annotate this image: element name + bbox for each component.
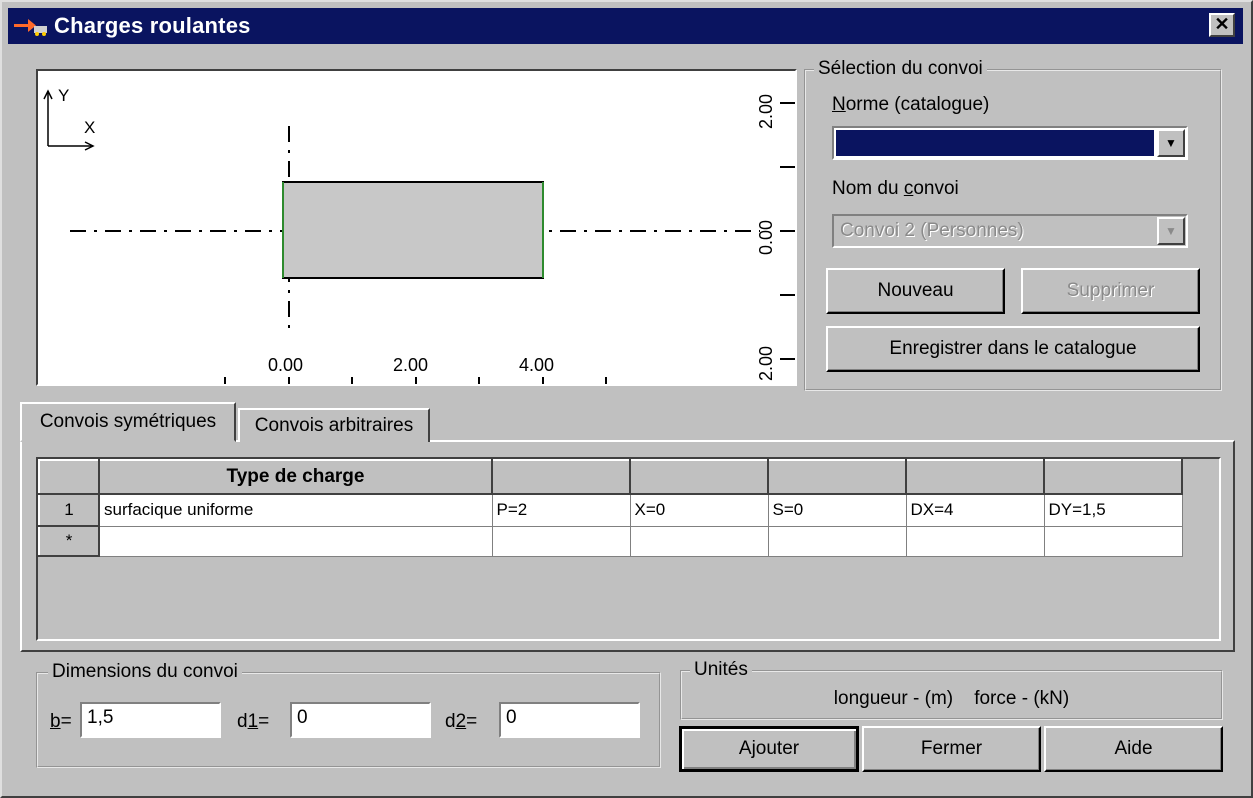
table-cell[interactable] <box>1043 525 1183 557</box>
column-header[interactable] <box>491 459 631 495</box>
close-button[interactable]: ✕ <box>1209 13 1235 37</box>
units-text: longueur - (m) force - (kN) <box>833 688 1070 709</box>
b-field[interactable]: 1,5 <box>80 702 221 738</box>
y-tick-label: 0.00 <box>756 220 776 255</box>
x-ruler-ticks <box>224 377 607 384</box>
tab-convois-arbitraires[interactable]: Convois arbitraires <box>238 408 430 442</box>
nom-convoi-label-text: Nom du <box>832 178 904 199</box>
norme-label: Norme (catalogue) <box>832 94 989 116</box>
table-cell[interactable] <box>491 525 631 557</box>
column-header[interactable] <box>767 459 907 495</box>
load-grid[interactable]: Type de charge 1 surfacique uniforme P=2… <box>36 457 1221 641</box>
table-cell[interactable]: DX=4 <box>905 493 1045 527</box>
nom-convoi-label: Nom du convoi <box>832 178 959 200</box>
ajouter-button[interactable]: Ajouter <box>679 726 859 772</box>
d1-field[interactable]: 0 <box>290 702 431 738</box>
axis-x-label: X <box>84 118 95 137</box>
table-cell[interactable] <box>98 525 493 557</box>
tab-convois-symetriques[interactable]: Convois symétriques <box>20 402 236 442</box>
supprimer-button[interactable]: Supprimer <box>1021 268 1200 314</box>
corner-header <box>38 459 100 495</box>
chevron-down-icon[interactable]: ▼ <box>1157 217 1185 245</box>
nouveau-button[interactable]: Nouveau <box>826 268 1005 314</box>
convoy-preview: Y X 0.00 2.00 4.00 2.00 0.00 2.00 <box>36 69 797 386</box>
x-tick-label: 2.00 <box>393 355 428 375</box>
y-ruler-ticks <box>780 102 795 360</box>
table-cell[interactable]: S=0 <box>767 493 907 527</box>
table-cell[interactable]: DY=1,5 <box>1043 493 1183 527</box>
d2-label-rest: = <box>466 711 478 732</box>
table-cell[interactable] <box>629 525 769 557</box>
nom-convoi-label-rest: onvoi <box>913 178 959 199</box>
norme-select[interactable]: ▼ <box>832 126 1188 160</box>
row-header[interactable]: 1 <box>38 493 100 527</box>
nom-convoi-label-accel: c <box>903 178 914 199</box>
app-icon <box>14 19 47 36</box>
load-table: Type de charge 1 surfacique uniforme P=2… <box>38 459 1183 557</box>
column-header[interactable]: Type de charge <box>98 459 493 495</box>
window-title: Charges roulantes <box>54 13 251 38</box>
column-header[interactable] <box>629 459 769 495</box>
column-header[interactable] <box>1043 459 1183 495</box>
dialog-window: Charges roulantes ✕ Y X 0.00 2.00 4.00 2… <box>0 0 1253 798</box>
nom-convoi-select-value: Convoi 2 (Personnes) <box>840 220 1024 241</box>
chevron-down-icon[interactable]: ▼ <box>1157 129 1185 157</box>
d2-label-text: d <box>445 711 456 732</box>
selection-group-label: Sélection du convoi <box>814 58 987 80</box>
table-row[interactable]: 1 surfacique uniforme P=2 X=0 S=0 DX=4 D… <box>38 493 1183 527</box>
table-header-row: Type de charge <box>38 459 1183 495</box>
d2-label-accel: 2 <box>455 711 467 732</box>
x-tick-label: 0.00 <box>268 355 303 375</box>
d1-label-accel: 1 <box>247 711 259 732</box>
d1-label-text: d <box>237 711 248 732</box>
table-row-new[interactable]: * <box>38 525 1183 557</box>
enregistrer-button[interactable]: Enregistrer dans le catalogue <box>826 326 1200 372</box>
norme-label-text: orme (catalogue) <box>845 94 990 115</box>
row-header[interactable]: * <box>38 525 100 557</box>
table-cell[interactable]: surfacique uniforme <box>98 493 493 527</box>
norme-select-value <box>836 130 1154 156</box>
title-bar: Charges roulantes ✕ <box>8 8 1243 44</box>
x-tick-label: 4.00 <box>519 355 554 375</box>
axis-y-label: Y <box>58 86 69 105</box>
d1-label: d1= <box>237 711 269 733</box>
y-tick-label: 2.00 <box>756 94 776 129</box>
table-cell[interactable] <box>767 525 907 557</box>
column-header[interactable] <box>905 459 1045 495</box>
dimensions-group-label: Dimensions du convoi <box>48 661 242 683</box>
units-group-label: Unités <box>690 659 752 681</box>
b-label: b= <box>50 711 72 733</box>
b-label-rest: = <box>60 711 72 732</box>
d2-field[interactable]: 0 <box>499 702 640 738</box>
nom-convoi-select[interactable]: Convoi 2 (Personnes) ▼ <box>832 214 1188 248</box>
norme-label-accel: N <box>832 94 846 115</box>
d1-label-rest: = <box>258 711 270 732</box>
table-cell[interactable]: P=2 <box>491 493 631 527</box>
aide-button[interactable]: Aide <box>1044 726 1223 772</box>
fermer-button[interactable]: Fermer <box>862 726 1041 772</box>
preview-canvas: Y X 0.00 2.00 4.00 2.00 0.00 2.00 <box>43 86 795 384</box>
b-label-accel: b <box>50 711 61 732</box>
load-rectangle <box>282 181 544 279</box>
d2-label: d2= <box>445 711 477 733</box>
y-tick-label: 2.00 <box>756 346 776 381</box>
table-cell[interactable] <box>905 525 1045 557</box>
table-cell[interactable]: X=0 <box>629 493 769 527</box>
